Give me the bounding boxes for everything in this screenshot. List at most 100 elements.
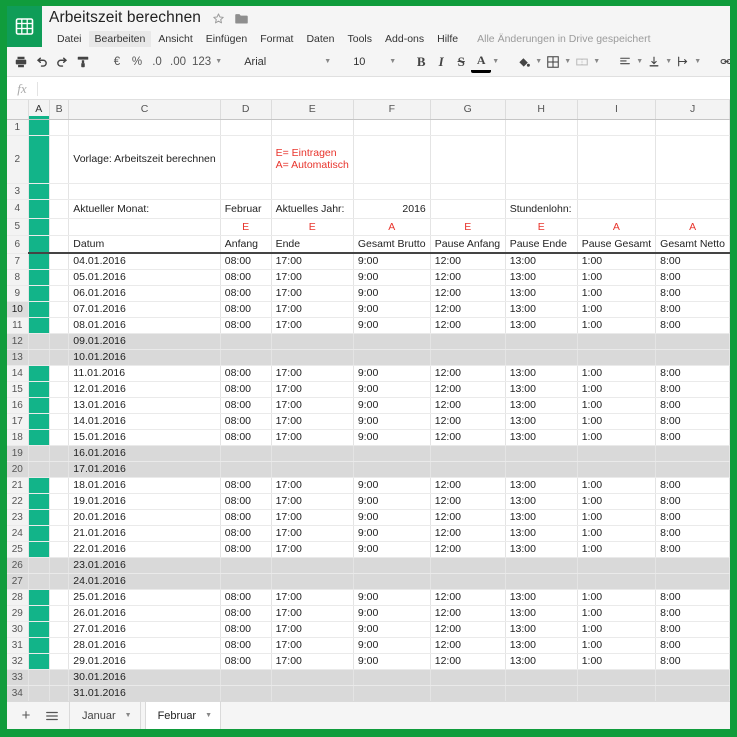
cell-column-a[interactable] bbox=[28, 573, 49, 589]
chevron-down-icon[interactable]: ▼ bbox=[491, 51, 500, 73]
cell-gesamt-brutto[interactable]: 9:00 bbox=[353, 285, 430, 301]
marker-e[interactable]: E bbox=[271, 218, 353, 235]
cell-column-b[interactable] bbox=[49, 285, 68, 301]
cell-pause-ende[interactable]: 13:00 bbox=[505, 253, 577, 269]
cell-column-b[interactable] bbox=[49, 317, 68, 333]
cell-gesamt-netto[interactable]: 8:00 bbox=[656, 381, 730, 397]
cell-gesamt-brutto[interactable]: 9:00 bbox=[353, 413, 430, 429]
font-family-selector[interactable]: Arial bbox=[237, 51, 323, 73]
cell-datum[interactable]: 11.01.2016 bbox=[69, 365, 220, 381]
cell-gesamt-netto[interactable]: 8:00 bbox=[656, 317, 730, 333]
cell-pause-ende[interactable]: 13:00 bbox=[505, 541, 577, 557]
cell-ende[interactable] bbox=[271, 349, 353, 365]
cell-gesamt-brutto[interactable] bbox=[353, 557, 430, 573]
cell-pause-ende[interactable]: 13:00 bbox=[505, 493, 577, 509]
cell-pause-anfang[interactable]: 12:00 bbox=[430, 637, 505, 653]
cell-anfang[interactable]: 08:00 bbox=[220, 525, 271, 541]
cell-gesamt-brutto[interactable]: 9:00 bbox=[353, 253, 430, 269]
cell-pause-ende[interactable]: 13:00 bbox=[505, 637, 577, 653]
cell-gesamt-brutto[interactable]: 9:00 bbox=[353, 541, 430, 557]
cell-anfang[interactable]: 08:00 bbox=[220, 365, 271, 381]
cell-ende[interactable] bbox=[271, 573, 353, 589]
cell-pause-gesamt[interactable]: 1:00 bbox=[577, 253, 655, 269]
folder-icon[interactable] bbox=[234, 12, 249, 25]
cell-pause-gesamt[interactable] bbox=[577, 669, 655, 685]
italic-button[interactable]: I bbox=[431, 51, 451, 73]
row-number[interactable]: 23 bbox=[7, 509, 28, 525]
header-gesamt-netto[interactable]: Gesamt Netto bbox=[656, 235, 730, 253]
cell-h4-stundenlohn-label[interactable]: Stundenlohn: bbox=[505, 199, 577, 218]
cell-gesamt-netto[interactable]: 8:00 bbox=[656, 397, 730, 413]
cell-g4[interactable] bbox=[430, 199, 505, 218]
cell-pause-gesamt[interactable]: 1:00 bbox=[577, 621, 655, 637]
cell-datum[interactable]: 13.01.2016 bbox=[69, 397, 220, 413]
cell-gesamt-netto[interactable]: 8:00 bbox=[656, 413, 730, 429]
row-number[interactable]: 20 bbox=[7, 461, 28, 477]
cell-anfang[interactable]: 08:00 bbox=[220, 605, 271, 621]
row-number[interactable]: 13 bbox=[7, 349, 28, 365]
cell-pause-ende[interactable]: 13:00 bbox=[505, 477, 577, 493]
cell-ende[interactable]: 17:00 bbox=[271, 541, 353, 557]
cell-gesamt-brutto[interactable]: 9:00 bbox=[353, 381, 430, 397]
cell-anfang[interactable]: 08:00 bbox=[220, 637, 271, 653]
cell-pause-ende[interactable]: 13:00 bbox=[505, 317, 577, 333]
cell-datum[interactable]: 08.01.2016 bbox=[69, 317, 220, 333]
cell-ende[interactable]: 17:00 bbox=[271, 621, 353, 637]
cell-column-b[interactable] bbox=[49, 605, 68, 621]
cell-h2[interactable] bbox=[505, 135, 577, 183]
cell-column-a[interactable] bbox=[28, 413, 49, 429]
cell-column-a[interactable] bbox=[28, 669, 49, 685]
header-pause-gesamt[interactable]: Pause Gesamt bbox=[577, 235, 655, 253]
cell-d3[interactable] bbox=[220, 183, 271, 199]
cell-datum[interactable]: 19.01.2016 bbox=[69, 493, 220, 509]
cell-gesamt-netto[interactable] bbox=[656, 685, 730, 701]
cell-column-b[interactable] bbox=[49, 445, 68, 461]
cell-g1[interactable] bbox=[430, 119, 505, 135]
undo-icon[interactable] bbox=[31, 51, 52, 73]
text-color-button[interactable]: A bbox=[471, 51, 491, 73]
cell-pause-ende[interactable]: 13:00 bbox=[505, 589, 577, 605]
cell-gesamt-netto[interactable]: 8:00 bbox=[656, 365, 730, 381]
marker-d[interactable]: E bbox=[220, 218, 271, 235]
chevron-down-icon[interactable]: ▼ bbox=[125, 712, 132, 719]
cell-anfang[interactable] bbox=[220, 685, 271, 701]
cell-gesamt-brutto[interactable]: 9:00 bbox=[353, 605, 430, 621]
column-header-d[interactable]: D bbox=[220, 100, 271, 119]
cell-column-b[interactable] bbox=[49, 269, 68, 285]
cell-ende[interactable]: 17:00 bbox=[271, 285, 353, 301]
cell-gesamt-netto[interactable]: 8:00 bbox=[656, 253, 730, 269]
cell-pause-anfang[interactable]: 12:00 bbox=[430, 493, 505, 509]
cell-pause-gesamt[interactable] bbox=[577, 461, 655, 477]
cell-column-b[interactable] bbox=[49, 525, 68, 541]
cell-column-b[interactable] bbox=[49, 637, 68, 653]
cell-pause-anfang[interactable]: 12:00 bbox=[430, 525, 505, 541]
menu-item-ansicht[interactable]: Ansicht bbox=[152, 31, 198, 48]
cell-column-a[interactable] bbox=[28, 653, 49, 669]
cell-g2[interactable] bbox=[430, 135, 505, 183]
sheets-grid-icon[interactable] bbox=[7, 6, 42, 47]
cell-b3[interactable] bbox=[49, 183, 68, 199]
cell-datum[interactable]: 28.01.2016 bbox=[69, 637, 220, 653]
cell-b6[interactable] bbox=[49, 235, 68, 253]
row-number[interactable]: 32 bbox=[7, 653, 28, 669]
cell-column-b[interactable] bbox=[49, 413, 68, 429]
chevron-down-icon[interactable]: ▼ bbox=[323, 51, 332, 73]
cell-gesamt-brutto[interactable]: 9:00 bbox=[353, 477, 430, 493]
cell-column-b[interactable] bbox=[49, 301, 68, 317]
cell-ende[interactable]: 17:00 bbox=[271, 605, 353, 621]
cell-pause-anfang[interactable] bbox=[430, 669, 505, 685]
row-number[interactable]: 31 bbox=[7, 637, 28, 653]
cell-column-a[interactable] bbox=[28, 365, 49, 381]
cell-datum[interactable]: 15.01.2016 bbox=[69, 429, 220, 445]
cell-gesamt-brutto[interactable]: 9:00 bbox=[353, 493, 430, 509]
sheet-tab-januar[interactable]: Januar ▼ bbox=[69, 702, 141, 729]
cell-gesamt-brutto[interactable] bbox=[353, 461, 430, 477]
cell-pause-anfang[interactable] bbox=[430, 557, 505, 573]
cell-anfang[interactable]: 08:00 bbox=[220, 541, 271, 557]
header-anfang[interactable]: Anfang bbox=[220, 235, 271, 253]
cell-h1[interactable] bbox=[505, 119, 577, 135]
cell-gesamt-brutto[interactable]: 9:00 bbox=[353, 509, 430, 525]
cell-anfang[interactable]: 08:00 bbox=[220, 429, 271, 445]
vertical-align-icon[interactable] bbox=[644, 51, 664, 73]
cell-pause-anfang[interactable]: 12:00 bbox=[430, 365, 505, 381]
